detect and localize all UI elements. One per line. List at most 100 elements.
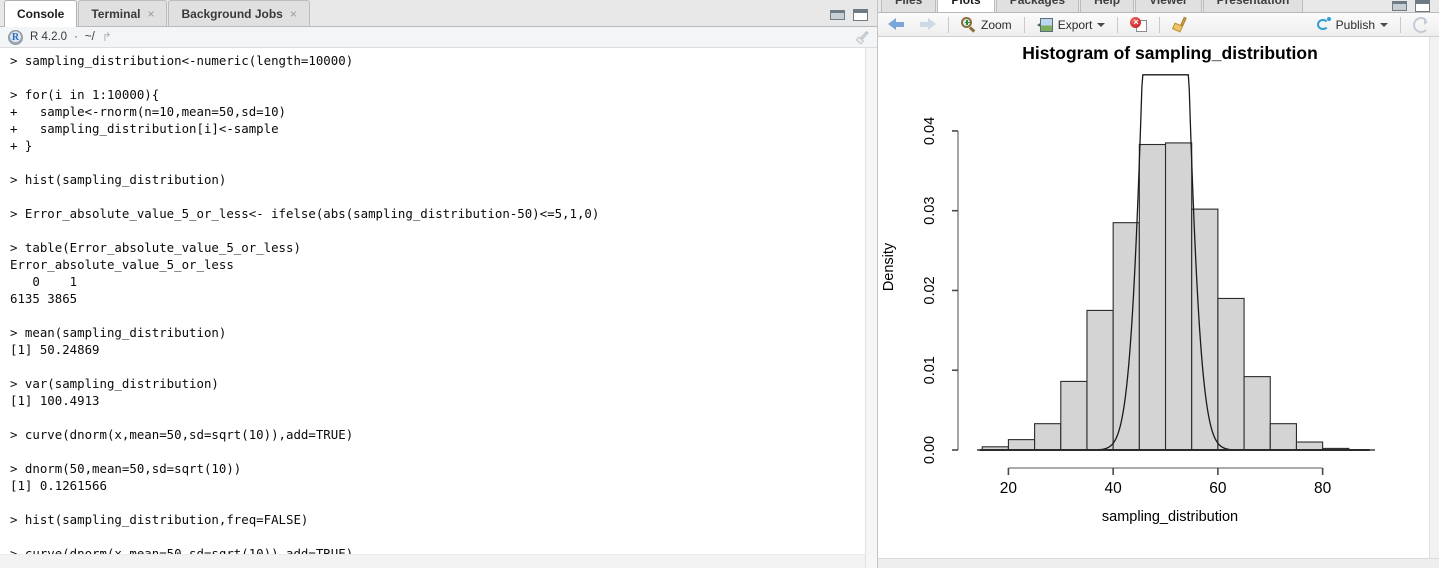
zoom-button[interactable]: Zoom [957,15,1016,35]
tab-packages[interactable]: Packages [995,0,1080,12]
console-line: > for(i in 1:10000){ [10,87,160,102]
console-line: > table(Error_absolute_value_5_or_less) [10,240,301,255]
arrow-right-icon [919,18,936,31]
publish-button[interactable]: Publish [1312,15,1392,35]
clear-console-icon[interactable] [852,27,873,48]
maximize-icon[interactable] [1414,0,1431,12]
separator-dot: · [74,31,78,43]
remove-plot-button[interactable]: × [1126,15,1151,35]
console-line: Error_absolute_value_5_or_less [10,257,234,272]
console-line: > Error_absolute_value_5_or_less<- ifels… [10,206,600,221]
r-logo-icon: R [8,29,23,45]
console-line: 6135 3865 [10,291,78,306]
y-axis: 0.00 0.01 0.02 0.03 0.04 [922,117,959,464]
chevron-down-icon[interactable] [1097,22,1106,27]
toolbar-divider [1023,16,1025,33]
console-scrollbar[interactable] [865,48,877,568]
tab-help-label: Help [1094,0,1120,7]
previous-plot-button[interactable] [884,15,909,35]
console-line: + sampling_distribution[i]<-sample [10,121,279,136]
y-axis-tick-label: 0.03 [922,197,938,225]
histogram-bar [1086,309,1114,451]
close-icon[interactable]: × [290,8,297,20]
minimize-icon[interactable] [1391,0,1408,12]
console-line: 0 1 [10,274,78,289]
histogram-bar [1060,380,1088,451]
refresh-plot-button[interactable] [1409,15,1433,35]
export-label: Export [1057,17,1093,32]
y-axis-tick-label: 0.00 [922,436,938,464]
console-line: [1] 100.4913 [10,393,100,408]
tab-help[interactable]: Help [1080,0,1135,12]
broom-icon [1172,16,1188,33]
x-axis-tick-label: 20 [1000,480,1018,497]
x-axis-label: sampling_distribution [1102,509,1238,525]
histogram-bar [1007,439,1036,451]
tab-terminal-label: Terminal [91,6,141,21]
console-line: > curve(dnorm(x,mean=50,sd=sqrt(10)),add… [10,427,354,442]
plots-window-buttons [1391,0,1431,12]
tab-files-label: Files [895,0,922,7]
clear-all-plots-button[interactable] [1168,15,1192,35]
tab-console[interactable]: Console [4,0,78,27]
console-line: > hist(sampling_distribution) [10,172,227,187]
console-line: > var(sampling_distribution) [10,376,219,391]
console-line: + } [10,138,33,153]
histogram-plot: 0.00 0.01 0.02 0.03 0.04 20 40 60 80 Histogram … [881,43,1375,525]
chevron-down-icon[interactable] [1380,22,1388,27]
tab-packages-label: Packages [1010,0,1065,7]
tab-presentation[interactable]: Presentation [1202,0,1304,12]
console-line: > dnorm(50,mean=50,sd=sqrt(10)) [10,461,242,476]
histogram-bar [1164,142,1193,451]
tab-background-jobs[interactable]: Background Jobs × [168,0,310,26]
y-axis-label: Density [881,242,897,291]
zoom-label: Zoom [981,17,1012,32]
export-button[interactable]: Export [1033,15,1110,35]
x-axis-tick-label: 40 [1105,480,1123,497]
toolbar-divider [1159,16,1161,33]
maximize-icon[interactable] [852,8,869,22]
y-axis-tick-label: 0.02 [922,276,938,304]
x-axis-tick-label: 60 [1209,480,1227,497]
plots-pane: Files Plots Packages Help Viewer Present… [878,0,1439,568]
console-line: > sampling_distribution<-numeric(length=… [10,53,354,68]
open-directory-icon[interactable]: ↱ [102,30,112,44]
tab-viewer[interactable]: Viewer [1135,0,1202,12]
console-line: [1] 50.24869 [10,342,100,357]
tab-plots[interactable]: Plots [937,0,995,12]
histogram-bar [1269,423,1297,451]
tab-terminal[interactable]: Terminal × [78,0,168,26]
close-icon[interactable]: × [147,8,154,20]
console-bottom-edge [0,554,865,568]
working-directory-label[interactable]: ~/ [85,31,95,43]
toolbar-divider [1400,16,1401,33]
histogram-bars [981,142,1350,451]
arrow-left-icon [888,18,905,31]
tab-files[interactable]: Files [881,0,937,12]
plot-right-gutter [1429,37,1439,558]
console-session-header: R R 4.2.0 · ~/ ↱ [0,27,877,48]
console-line: > mean(sampling_distribution) [10,325,227,340]
plot-surface[interactable]: 0.00 0.01 0.02 0.03 0.04 20 40 60 80 Histogram … [878,37,1439,558]
plots-bottom-strip [878,558,1439,568]
tab-presentation-label: Presentation [1217,0,1290,7]
console-pane: Console Terminal × Background Jobs × R R… [0,0,878,568]
r-version-label: R 4.2.0 [30,31,68,43]
publish-label: Publish [1335,17,1375,32]
histogram-bar [1138,143,1167,451]
x-axis-tick-label: 80 [1314,480,1332,497]
minimize-icon[interactable] [829,8,846,22]
console-line-list: > sampling_distribution<-numeric(length=… [10,52,877,562]
refresh-icon [1413,16,1429,33]
export-image-icon [1036,17,1053,32]
tab-viewer-label: Viewer [1149,0,1187,7]
r-logo-letter: R [11,31,20,43]
next-plot-button[interactable] [915,15,940,35]
console-output[interactable]: > sampling_distribution<-numeric(length=… [0,48,877,568]
